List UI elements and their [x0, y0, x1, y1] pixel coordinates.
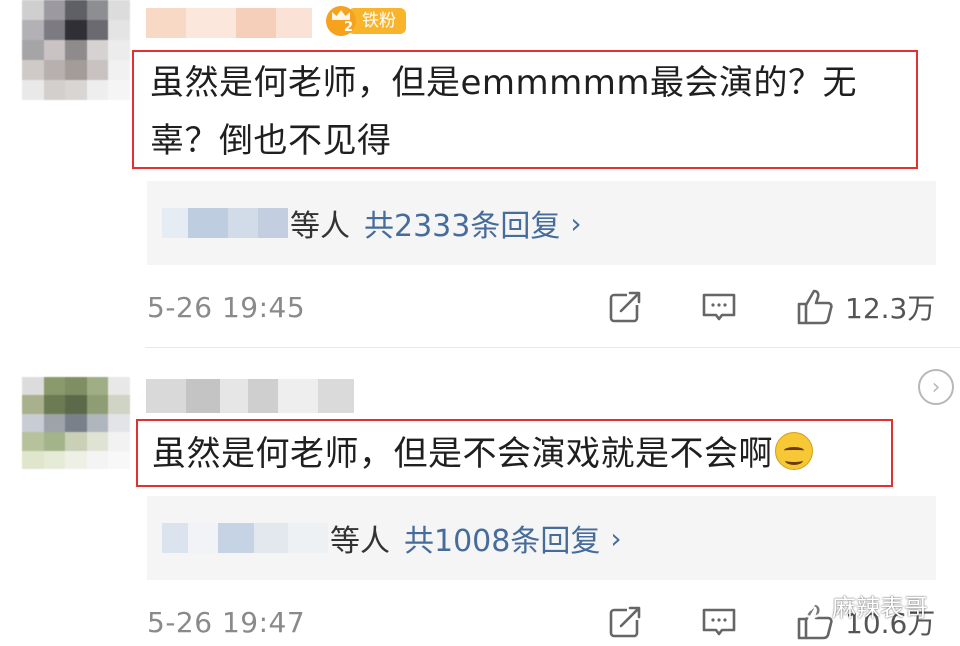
timestamp: 5-26 19:47 [147, 605, 306, 639]
blurred-reply-users [162, 208, 288, 238]
comment-text-line-1: 虽然是何老师，但是emmmmm最会演的？无 [150, 63, 858, 103]
comment-item: 2 铁粉 虽然是何老师，但是emmmmm最会演的？无 辜？倒也不见得 等人 共2… [0, 0, 960, 348]
reply-users-suffix: 等人 [330, 524, 390, 559]
chevron-right-icon: › [610, 521, 622, 555]
comment-text: 虽然是何老师，但是不会演戏就是不会啊 [152, 434, 773, 474]
replies-summary[interactable]: 等人 共2333条回复 › [147, 181, 936, 265]
chevron-right-circle-icon[interactable]: › [918, 369, 954, 405]
reply-count-link[interactable]: 共1008条回复 [404, 516, 600, 560]
blurred-reply-users [162, 523, 328, 553]
comment-footer: 5-26 19:45 12.3万 [147, 287, 936, 327]
thumbs-up-icon[interactable] [795, 287, 835, 327]
comment-icon[interactable] [701, 604, 737, 640]
fan-badge-label: 铁粉 [348, 8, 406, 34]
comment-divider [145, 347, 960, 348]
reply-count-link[interactable]: 共2333条回复 [364, 201, 560, 245]
avatar[interactable] [22, 377, 130, 469]
comment-text-line-2: 辜？倒也不见得 [150, 121, 392, 161]
watermark-text: 麻辣表哥 [832, 594, 928, 622]
username[interactable] [146, 8, 312, 38]
avatar[interactable] [22, 0, 130, 100]
timestamp: 5-26 19:45 [147, 290, 306, 324]
fan-level-badge[interactable]: 2 铁粉 [326, 6, 406, 36]
username[interactable] [146, 379, 354, 413]
reply-users-suffix: 等人 [290, 209, 350, 244]
action-bar: 12.3万 [607, 287, 935, 327]
comment-text-line-1: 虽然是何老师，但是不会演戏就是不会啊 [152, 425, 891, 483]
sweat-smile-emoji [775, 432, 813, 470]
crown-icon: 2 [326, 6, 356, 36]
comment-icon[interactable] [701, 289, 737, 325]
replies-summary[interactable]: 等人 共1008条回复 › [147, 496, 936, 580]
like-count: 12.3万 [845, 292, 936, 325]
wechat-icon [790, 592, 824, 620]
highlighted-comment-text: 虽然是何老师，但是不会演戏就是不会啊 [136, 419, 893, 487]
share-icon[interactable] [607, 289, 643, 325]
highlighted-comment-text: 虽然是何老师，但是emmmmm最会演的？无 辜？倒也不见得 [132, 50, 918, 169]
share-icon[interactable] [607, 604, 643, 640]
chevron-right-icon: › [570, 206, 582, 240]
watermark: 麻辣表哥 [790, 588, 928, 623]
